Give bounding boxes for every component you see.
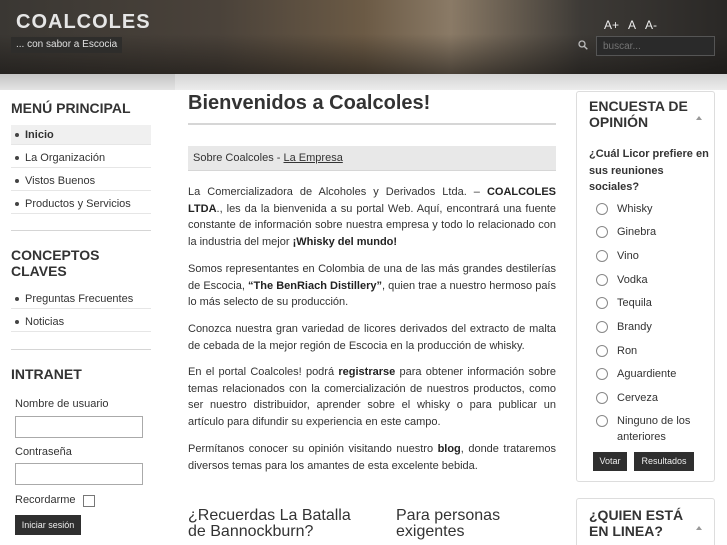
radio-button[interactable] [596, 203, 608, 215]
article-title-bannockburn[interactable]: ¿Recuerdas La Batalla de Bannockburn? [188, 508, 351, 540]
article-title-line: ¿Recuerdas La Batalla [188, 507, 351, 524]
password-field[interactable] [15, 463, 143, 485]
option-label: Whisky [617, 203, 653, 215]
poll-question: ¿Cuál Licor prefiere en sus reuniones so… [589, 148, 709, 193]
distillery-name: “The BenRiach Distillery” [248, 279, 383, 292]
menu-item-label: Noticias [25, 316, 65, 328]
radio-button[interactable] [596, 226, 608, 238]
menu-item-label: La Organización [25, 152, 106, 164]
option-label: Vodka [617, 274, 648, 286]
menu-item-label: Preguntas Frecuentes [25, 293, 134, 305]
font-size-controls: A+ A A- [604, 18, 657, 32]
radio-button[interactable] [596, 368, 608, 380]
menu-item-noticias[interactable]: Noticias [11, 312, 151, 332]
bullet-icon [15, 156, 19, 160]
font-decrease-button[interactable]: A- [645, 18, 657, 32]
option-label: Brandy [617, 321, 652, 333]
option-label: Ginebra [617, 226, 657, 238]
radio-button[interactable] [596, 250, 608, 262]
intro-paragraph: La Comercializadora de Alcoholes y Deriv… [188, 184, 556, 250]
emphasis-text: ¡Whisky del mundo! [292, 235, 398, 248]
remember-checkbox[interactable] [83, 495, 95, 507]
text: En el portal Coalcoles! podrá [188, 366, 339, 378]
menu-item-label: Inicio [25, 129, 54, 141]
password-label: Contraseña [15, 446, 72, 458]
radio-button[interactable] [596, 297, 608, 309]
header-subbar [0, 74, 727, 90]
collapse-caret-icon[interactable] [696, 526, 702, 530]
site-slogan: ... con sabor a Escocia [11, 37, 123, 53]
radio-button[interactable] [596, 415, 608, 427]
breadcrumb-link-la-empresa[interactable]: La Empresa [284, 152, 343, 164]
username-label: Nombre de usuario [15, 398, 109, 410]
menu-item-label: Productos y Servicios [25, 198, 131, 210]
login-button[interactable]: Iniciar sesión [15, 515, 81, 535]
radio-button[interactable] [596, 274, 608, 286]
poll-title-line1: ENCUESTA DE [589, 98, 688, 114]
font-reset-button[interactable]: A [628, 18, 636, 32]
radio-button[interactable] [596, 321, 608, 333]
font-increase-button[interactable]: A+ [604, 18, 619, 32]
online-title-line2: EN LINEA? [589, 523, 663, 539]
blog-link[interactable]: blog [438, 443, 461, 455]
bullet-icon [15, 320, 19, 324]
menu-item-label: Vistos Buenos [25, 175, 96, 187]
username-field[interactable] [15, 416, 143, 438]
option-label: Ron [617, 345, 638, 357]
section-divider [11, 349, 151, 350]
vote-button[interactable]: Votar [593, 452, 627, 471]
breadcrumb: Sobre Coalcoles - La Empresa [188, 146, 556, 171]
site-title[interactable]: COALCOLES [16, 11, 151, 34]
online-title-line1: ¿QUIEN ESTÁ [589, 507, 684, 523]
bullet-icon [15, 297, 19, 301]
register-link[interactable]: registrarse [338, 366, 395, 378]
option-label: Aguardiente [617, 368, 677, 380]
poll-title-line2: OPINIÓN [589, 114, 649, 130]
blog-paragraph: Permítanos conocer su opinión visitando … [188, 441, 556, 474]
radio-button[interactable] [596, 345, 608, 357]
text: Permítanos conocer su opinión visitando … [188, 443, 438, 455]
option-label: Vino [617, 250, 639, 262]
main-menu-title: MENÚ PRINCIPAL [11, 100, 131, 116]
representation-paragraph: Somos representantes en Colombia de una … [188, 261, 556, 311]
concepts-title-line2: CLAVES [11, 263, 67, 279]
register-paragraph: En el portal Coalcoles! podrá registrars… [188, 364, 556, 430]
intranet-title: INTRANET [11, 366, 82, 382]
menu-item-preguntas-frecuentes[interactable]: Preguntas Frecuentes [11, 289, 151, 309]
article-title-exigentes[interactable]: Para personas exigentes [396, 508, 500, 540]
article-title-line: exigentes [396, 523, 465, 540]
search-icon [578, 40, 588, 50]
bullet-icon [15, 133, 19, 137]
text: La Comercializadora de Alcoholes y Deriv… [188, 186, 487, 198]
page-title: Bienvenidos a Coalcoles! [188, 92, 431, 114]
menu-item-productos-servicios[interactable]: Productos y Servicios [11, 194, 151, 214]
products-paragraph: Conozca nuestra gran variedad de licores… [188, 323, 556, 352]
remember-label: Recordarme [15, 494, 76, 506]
subbar-accent [0, 74, 175, 90]
menu-item-la-organizacion[interactable]: La Organización [11, 148, 151, 168]
menu-item-inicio[interactable]: Inicio [11, 125, 151, 145]
option-label: Tequila [617, 297, 652, 309]
breadcrumb-prefix: Sobre Coalcoles - [193, 152, 284, 164]
article-title-line: de Bannockburn? [188, 523, 314, 540]
collapse-caret-icon[interactable] [696, 116, 702, 120]
site-header: COALCOLES ... con sabor a Escocia A+ A A… [0, 0, 727, 74]
article-title-line: Para personas [396, 507, 501, 524]
option-label: Ninguno de los anteriores [617, 415, 691, 443]
results-button[interactable]: Resultados [634, 452, 694, 471]
bullet-icon [15, 202, 19, 206]
title-divider [188, 123, 556, 125]
bullet-icon [15, 179, 19, 183]
search-input[interactable] [596, 36, 715, 56]
radio-button[interactable] [596, 392, 608, 404]
section-divider [11, 230, 151, 231]
menu-item-vistos-buenos[interactable]: Vistos Buenos [11, 171, 151, 191]
option-label: Cerveza [617, 392, 658, 404]
concepts-title-line1: CONCEPTOS [11, 247, 100, 263]
